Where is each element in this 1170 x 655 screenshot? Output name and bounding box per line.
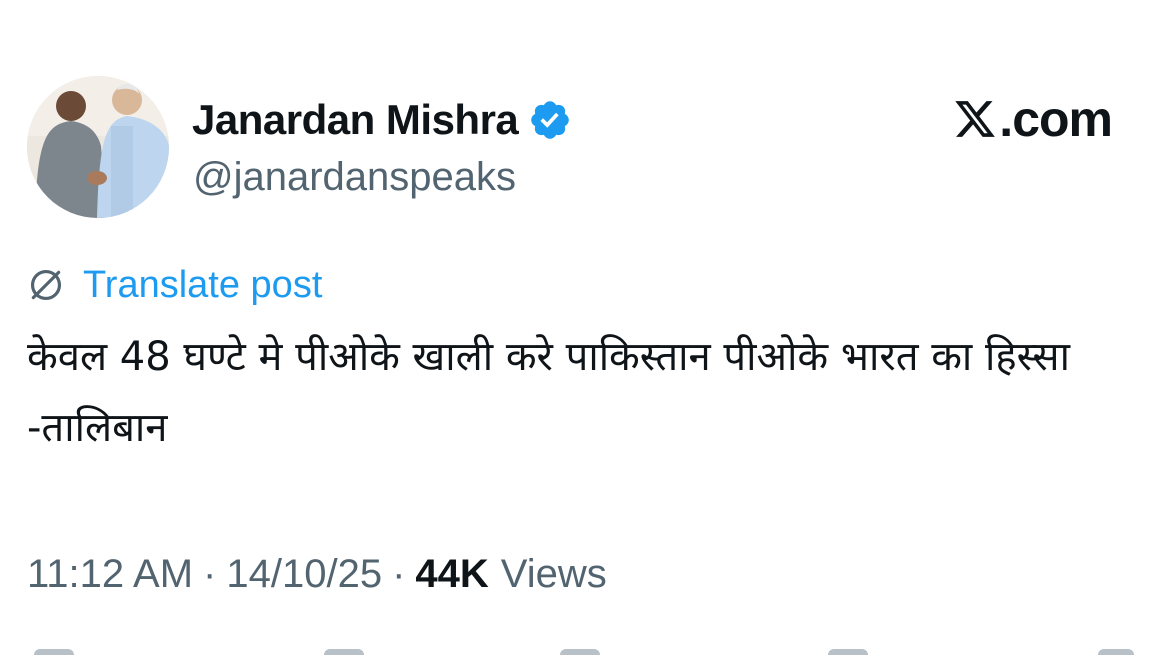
post-text: केवल 48 घण्टे मे पीओके खाली करे पाकिस्ता… <box>27 334 1070 451</box>
translate-post-link[interactable]: Translate post <box>27 262 322 308</box>
meta-separator: · <box>203 551 217 596</box>
translate-post-label[interactable]: Translate post <box>83 264 322 307</box>
meta-separator: · <box>392 551 406 596</box>
brand-domain-text: .com <box>999 91 1113 147</box>
verified-badge-icon[interactable] <box>528 98 572 142</box>
views-count: 44K <box>415 551 489 596</box>
author-display-name[interactable]: Janardan Mishra <box>192 96 519 144</box>
post-date[interactable]: 14/10/25 <box>226 552 382 597</box>
avatar[interactable] <box>27 76 169 218</box>
repost-icon[interactable] <box>324 649 364 655</box>
action-bar-partial <box>0 643 1170 655</box>
avatar-photo <box>27 76 169 218</box>
brand-logo: .com <box>953 90 1113 148</box>
author-name-row: Janardan Mishra <box>192 92 572 148</box>
bookmark-icon[interactable] <box>828 649 868 655</box>
post-meta: 11:12 AM · 14/10/25 · 44K Views <box>27 548 607 600</box>
views-label: Views <box>500 551 607 596</box>
author-handle[interactable]: @janardanspeaks <box>193 155 516 200</box>
post-time[interactable]: 11:12 AM <box>27 552 193 597</box>
like-icon[interactable] <box>560 649 600 655</box>
share-icon[interactable] <box>1098 649 1134 655</box>
reply-icon[interactable] <box>34 649 74 655</box>
globe-slash-icon <box>30 269 62 301</box>
x-logo-icon <box>955 101 996 137</box>
